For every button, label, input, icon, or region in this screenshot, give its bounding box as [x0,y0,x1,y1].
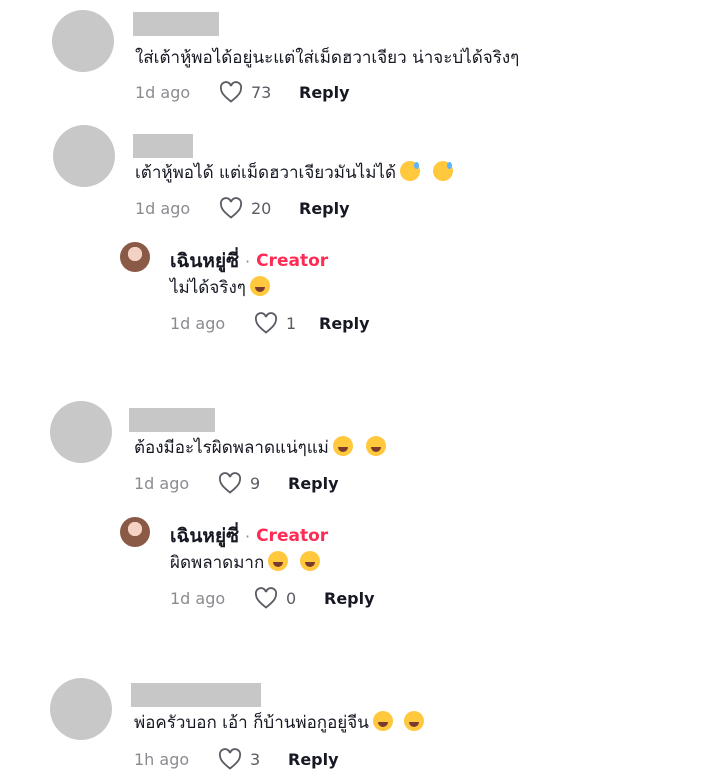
reply-button[interactable]: Reply [299,199,350,218]
redacted-username [133,12,219,36]
heart-outline-icon [254,587,278,609]
reply-meta: 1d ago 0 Reply [170,585,375,611]
tears-of-joy-emoji [268,551,289,571]
like-count: 0 [286,588,297,608]
reply-button[interactable]: Reply [319,314,370,333]
reply-text-content: ไม่ได้จริงๆ [170,278,246,298]
comment-time: 1d ago [135,198,191,218]
creator-name[interactable]: เฉินหยู่ซี่ [170,521,239,551]
like-button[interactable]: 73 [219,81,299,103]
redacted-username [133,134,193,158]
creator-avatar[interactable] [120,242,150,272]
like-count: 20 [251,198,272,218]
tears-of-joy-emoji [404,711,425,731]
comment-text: ต้องมีอะไรผิดพลาดแน่ๆแม่ [134,436,387,460]
heart-outline-icon [218,748,242,770]
creator-header: เฉินหยู่ซี่ · Creator [170,521,328,551]
tears-of-joy-emoji [366,436,387,456]
comment-text: ใส่เต้าหู้พอได้อยู่นะแต่ใส่เม็ดฮวาเจียว … [135,48,520,68]
separator-dot: · [244,251,251,271]
reply-meta: 1d ago 1 Reply [170,310,370,336]
comment-meta: 1d ago 73 Reply [135,79,350,105]
reply-button[interactable]: Reply [299,83,350,102]
avatar[interactable] [50,401,112,463]
separator-dot: · [244,526,251,546]
tears-of-joy-emoji [299,551,320,571]
like-button[interactable]: 3 [218,748,288,770]
tears-of-joy-emoji [372,711,393,731]
creator-badge: Creator [256,526,329,546]
comment-meta: 1h ago 3 Reply [134,746,339,772]
like-count: 9 [250,473,261,493]
comment-text-content: ต้องมีอะไรผิดพลาดแน่ๆแม่ [134,438,329,458]
like-count: 73 [251,82,272,102]
like-count: 3 [250,749,261,769]
redacted-username [131,683,261,707]
redacted-username [129,408,215,432]
reply-time: 1d ago [170,313,226,333]
heart-outline-icon [254,312,278,334]
comment-meta: 1d ago 9 Reply [134,470,339,496]
creator-badge: Creator [256,251,329,271]
comment-text: เต้าหู้พอได้ แต่เม็ดฮวาเจียวมันไม่ได้ [135,161,454,185]
comment-time: 1d ago [134,473,190,493]
like-count: 1 [286,313,297,333]
heart-outline-icon [219,197,243,219]
grinning-sweat-emoji [400,161,420,181]
comment-text-content: เต้าหู้พอได้ แต่เม็ดฮวาเจียวมันไม่ได้ [135,163,396,183]
like-button[interactable]: 20 [219,197,299,219]
comment-time: 1d ago [135,82,191,102]
reply-time: 1d ago [170,588,226,608]
grinning-sweat-emoji [433,161,454,181]
tears-of-joy-emoji [249,276,270,296]
heart-outline-icon [218,472,242,494]
creator-avatar[interactable] [120,517,150,547]
like-button[interactable]: 0 [254,587,324,609]
reply-text-content: ผิดพลาดมาก [170,553,265,573]
avatar[interactable] [53,125,115,187]
comment-time: 1h ago [134,749,190,769]
like-button[interactable]: 1 [254,312,319,334]
reply-text: ผิดพลาดมาก [170,551,320,575]
reply-button[interactable]: Reply [288,474,339,493]
comment-meta: 1d ago 20 Reply [135,195,350,221]
comment-text: พ่อครัวบอก เอ้า ก็บ้านพ่อกูอยู่จีน [134,711,425,735]
heart-outline-icon [219,81,243,103]
reply-button[interactable]: Reply [324,589,375,608]
comment-text-content: พ่อครัวบอก เอ้า ก็บ้านพ่อกูอยู่จีน [134,713,369,733]
avatar[interactable] [50,678,112,740]
avatar[interactable] [52,10,114,72]
creator-header: เฉินหยู่ซี่ · Creator [170,246,328,276]
reply-text: ไม่ได้จริงๆ [170,276,270,300]
reply-button[interactable]: Reply [288,750,339,769]
creator-name[interactable]: เฉินหยู่ซี่ [170,246,239,276]
tears-of-joy-emoji [332,436,353,456]
like-button[interactable]: 9 [218,472,288,494]
